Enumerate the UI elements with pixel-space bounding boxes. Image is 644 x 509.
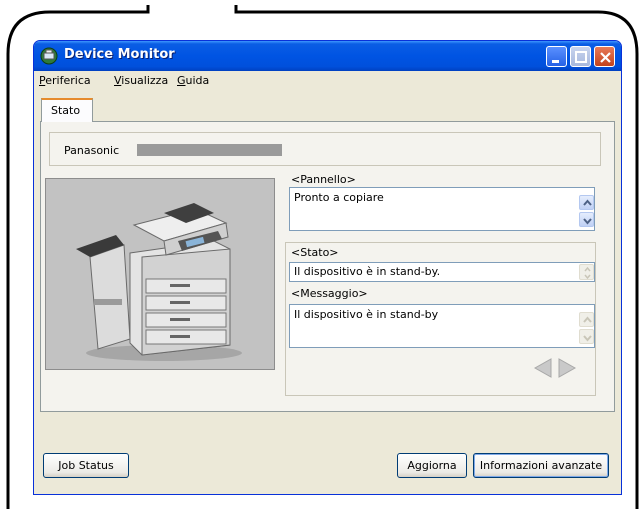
device-monitor-window: Device Monitor Periferica Visualizza Gui…: [33, 40, 622, 495]
pannello-scroll-up[interactable]: [579, 195, 594, 210]
device-monitor-icon: [40, 47, 58, 65]
messaggio-label: <Messaggio>: [291, 287, 368, 300]
chevron-up-icon: [583, 199, 592, 206]
device-name: Panasonic: [64, 144, 120, 157]
close-icon: [600, 52, 611, 63]
stato-scroll: [579, 264, 594, 280]
informazioni-avanzate-button[interactable]: Informazioni avanzate: [473, 453, 609, 478]
tab-stato[interactable]: Stato: [41, 98, 93, 122]
maximize-icon: [575, 51, 587, 63]
printer-image: [45, 178, 275, 370]
device-info-box: Panasonic: [49, 132, 601, 166]
device-model-redacted: [137, 144, 282, 156]
messaggio-field[interactable]: Il dispositivo è in stand-by: [289, 304, 595, 348]
aggiorna-button[interactable]: Aggiorna: [397, 453, 467, 478]
chevron-up-icon: [583, 316, 592, 323]
stato-field[interactable]: Il dispositivo è in stand-by.: [289, 262, 595, 282]
arrow-right-icon: [558, 358, 577, 378]
stato-tab-panel: Panasonic <Pannello> Pronto a copiare <S…: [40, 121, 615, 412]
messaggio-scroll-down: [579, 329, 594, 344]
menu-periferica[interactable]: Periferica: [39, 74, 91, 87]
arrow-left-icon: [533, 358, 552, 378]
title-bar[interactable]: Device Monitor: [34, 41, 621, 71]
job-status-button[interactable]: Job Status: [43, 453, 129, 478]
spin-arrows-icon: [584, 266, 591, 280]
pannello-label: <Pannello>: [291, 173, 356, 186]
stato-label: <Stato>: [291, 246, 339, 259]
menu-visualizza[interactable]: Visualizza: [114, 74, 168, 87]
close-button[interactable]: [594, 46, 615, 67]
pannello-field[interactable]: Pronto a copiare: [289, 187, 595, 231]
pannello-scroll-down[interactable]: [579, 212, 594, 227]
menu-guida[interactable]: Guida: [177, 74, 209, 87]
aggiorna-label: Aggiorna: [407, 459, 457, 472]
informazioni-avanzate-label: Informazioni avanzate: [479, 459, 603, 472]
minimize-button[interactable]: [546, 46, 567, 67]
copier-illustration: [76, 203, 242, 361]
chevron-down-icon: [583, 335, 592, 342]
job-status-label: Job Status: [58, 459, 114, 472]
previous-message-button[interactable]: [533, 357, 553, 379]
minimize-icon: [552, 60, 559, 63]
maximize-button[interactable]: [570, 46, 591, 67]
chevron-down-icon: [583, 218, 592, 225]
window-title: Device Monitor: [64, 47, 175, 62]
menu-bar: Periferica Visualizza Guida: [34, 71, 621, 91]
next-message-button[interactable]: [557, 357, 577, 379]
messaggio-scroll-up: [579, 312, 594, 327]
